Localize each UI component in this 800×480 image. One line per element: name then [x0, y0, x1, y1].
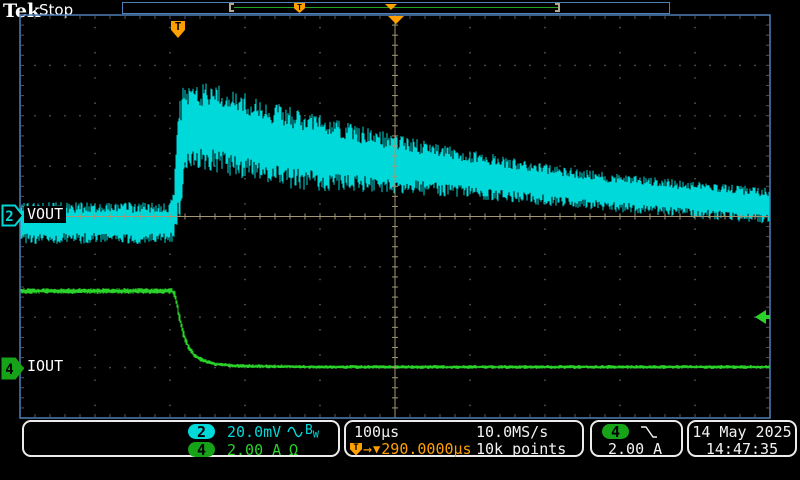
bandwidth-limit-icon-sub: W: [312, 429, 319, 441]
ch4-position-marker[interactable]: 4: [1, 357, 25, 380]
time-readout: 14:47:35: [705, 440, 779, 458]
datetime-box: 14 May 2025 14:47:35: [687, 420, 797, 457]
trigger-readouts-box: 4 2.00 A: [590, 420, 683, 457]
timebase-readout: 100µs: [354, 423, 400, 441]
ch2-vertical-scale: 20.0mV: [227, 423, 282, 441]
ch4-label: IOUT: [24, 358, 67, 375]
channel-readouts-box: 2 20.0mV BW 4 2.00 A Ω: [22, 420, 340, 459]
ch2-label: VOUT: [24, 206, 67, 223]
record-length-readout: 10k points: [476, 440, 567, 458]
scope-display: [19, 14, 771, 419]
bandwidth-limit-icon: BW: [305, 423, 319, 441]
ch4-vertical-scale: 2.00 A: [227, 441, 282, 459]
falling-edge-icon: [641, 426, 657, 438]
sample-rate-readout: 10.0MS/s: [476, 423, 549, 441]
ch2-readout-badge: 2: [188, 424, 215, 440]
ch2-position-marker[interactable]: 2: [1, 204, 25, 227]
trigger-source-badge: 4: [602, 424, 629, 440]
horizontal-readouts-box: 100µs 10.0MS/s T → ▼ 290.0000µs 10k poin…: [344, 420, 584, 457]
trigger-level-readout: 2.00 A: [608, 440, 663, 458]
delay-cursor-icon: ▼: [373, 442, 381, 456]
trigger-position-triangle-icon[interactable]: [388, 16, 404, 24]
ch4-readout-badge: 4: [188, 442, 215, 458]
trigger-level-arrow-icon[interactable]: [754, 308, 772, 326]
oscilloscope-screen: { "header": { "brand": "Tek", "acq_statu…: [0, 0, 800, 480]
ch4-marker-number: 4: [5, 362, 13, 378]
delay-arrow-icon: →: [363, 440, 373, 458]
impedance-icon: Ω: [289, 441, 299, 459]
date-readout: 14 May 2025: [692, 423, 792, 441]
ch2-marker-number: 2: [5, 209, 13, 225]
ac-coupling-icon: [287, 426, 303, 438]
center-crosshair: [19, 14, 771, 419]
trigger-delay-readout: T → ▼ 290.0000µs: [350, 441, 472, 457]
delay-t-icon: T: [350, 442, 362, 456]
delay-value: 290.0000µs: [381, 440, 472, 458]
